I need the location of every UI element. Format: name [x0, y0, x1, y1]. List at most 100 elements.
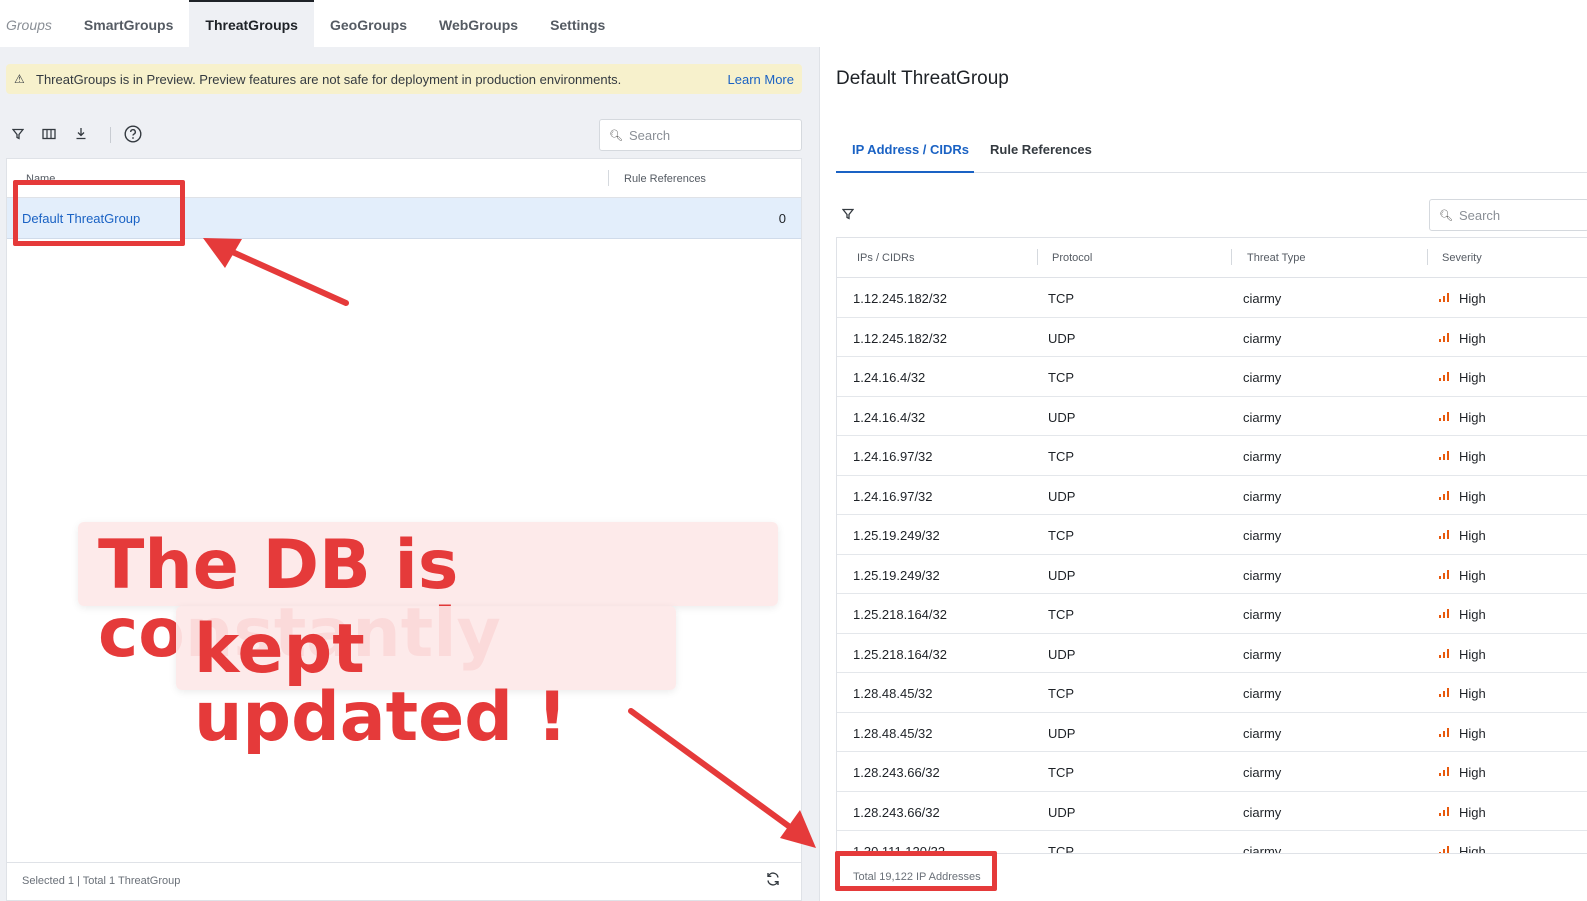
severity-cell: High — [1459, 528, 1486, 543]
table-footer: Selected 1 | Total 1 ThreatGroup — [7, 862, 801, 900]
help-icon[interactable] — [123, 125, 143, 145]
severity-high-icon — [1439, 529, 1451, 539]
threat-type-cell: ciarmy — [1243, 370, 1282, 385]
protocol-cell: TCP — [1048, 291, 1074, 306]
table-row[interactable]: 1.28.243.66/32 TCP ciarmy High — [837, 752, 1587, 792]
column-divider[interactable] — [608, 170, 609, 186]
protocol-cell: TCP — [1048, 449, 1074, 464]
annotation-highlight-total — [835, 851, 997, 891]
protocol-cell: UDP — [1048, 725, 1076, 741]
severity-cell: High — [1459, 804, 1486, 820]
table-row[interactable]: 1.24.16.4/32 TCP ciarmy High — [837, 357, 1587, 397]
tab-webgroups[interactable]: WebGroups — [423, 0, 534, 47]
table-row[interactable]: 1.24.16.97/32 TCP ciarmy High — [837, 436, 1587, 476]
column-header-rule-references[interactable]: Rule References — [624, 173, 706, 185]
tab-geogroups[interactable]: GeoGroups — [314, 0, 423, 47]
severity-high-icon — [1439, 371, 1451, 381]
annotation-highlight-threatgroup — [13, 180, 185, 246]
tab-ip-address-cidrs[interactable]: IP Address / CIDRs — [852, 142, 969, 157]
table-row[interactable]: 1.25.19.249/32 TCP ciarmy High — [837, 515, 1587, 555]
tab-threatgroups[interactable]: ThreatGroups — [189, 0, 314, 47]
severity-high-icon — [1439, 450, 1451, 460]
ip-cidr-cell: 1.28.243.66/32 — [853, 804, 940, 820]
column-header-protocol[interactable]: Protocol — [1052, 252, 1092, 264]
protocol-cell: TCP — [1048, 370, 1074, 385]
annotation-callout-line1: The DB is constantly — [78, 522, 778, 668]
threat-type-cell: ciarmy — [1243, 686, 1282, 701]
column-divider[interactable] — [1427, 249, 1428, 265]
severity-cell: High — [1459, 291, 1486, 306]
table-row[interactable]: 1.24.16.97/32 UDP ciarmy High — [837, 476, 1587, 515]
tab-smartgroups[interactable]: SmartGroups — [68, 0, 189, 47]
threat-type-cell: ciarmy — [1243, 804, 1282, 820]
left-search-input[interactable]: 🔍︎ Search — [599, 119, 802, 151]
table-row[interactable]: 1.28.48.45/32 UDP ciarmy High — [837, 713, 1587, 752]
protocol-cell: UDP — [1048, 646, 1076, 662]
ip-cidr-cell: 1.25.19.249/32 — [853, 567, 940, 583]
threat-type-cell: ciarmy — [1243, 725, 1282, 741]
tab-settings[interactable]: Settings — [534, 0, 621, 47]
table-row[interactable]: 1.24.16.4/32 UDP ciarmy High — [837, 397, 1587, 436]
severity-cell: High — [1459, 725, 1486, 741]
ip-cidr-cell: 1.28.243.66/32 — [853, 765, 940, 780]
protocol-cell: TCP — [1048, 528, 1074, 543]
table-row[interactable]: 1.28.243.66/32 UDP ciarmy High — [837, 792, 1587, 831]
threat-type-cell: ciarmy — [1243, 607, 1282, 622]
threat-type-cell: ciarmy — [1243, 765, 1282, 780]
ip-cidr-cell: 1.24.16.97/32 — [853, 488, 933, 504]
rule-references-count: 0 — [778, 211, 786, 226]
severity-high-icon — [1439, 569, 1451, 579]
column-divider[interactable] — [1037, 249, 1038, 265]
ip-cidr-cell: 1.25.19.249/32 — [853, 528, 940, 543]
search-icon: 🔍︎ — [1439, 209, 1453, 222]
protocol-cell: TCP — [1048, 607, 1074, 622]
severity-cell: High — [1459, 844, 1486, 854]
right-search-placeholder: Search — [1458, 207, 1501, 223]
download-icon[interactable] — [71, 125, 91, 145]
severity-cell: High — [1459, 607, 1486, 622]
table-row[interactable]: 1.25.218.164/32 UDP ciarmy High — [837, 634, 1587, 673]
search-icon: 🔍︎ — [609, 129, 623, 142]
ip-cidr-cell: 1.25.218.164/32 — [853, 607, 947, 622]
ip-table-body: 1.12.245.182/32 TCP ciarmy High 1.12.245.182… — [837, 278, 1587, 854]
severity-high-icon — [1439, 332, 1451, 342]
refresh-icon[interactable] — [765, 871, 781, 892]
filter-icon[interactable] — [841, 207, 855, 223]
table-row[interactable]: 1.28.48.45/32 TCP ciarmy High — [837, 673, 1587, 713]
table-row[interactable]: 1.12.245.182/32 UDP ciarmy High — [837, 318, 1587, 357]
filter-icon[interactable] — [8, 125, 28, 145]
toolbar-divider — [110, 127, 111, 143]
ip-cidr-cell: 1.28.48.45/32 — [853, 686, 933, 701]
protocol-cell: UDP — [1048, 804, 1076, 820]
preview-banner: ⚠ ThreatGroups is in Preview. Preview fe… — [6, 64, 802, 94]
severity-high-icon — [1439, 845, 1451, 853]
right-search-input[interactable]: 🔍︎ Search — [1429, 199, 1587, 231]
table-row[interactable]: 1.12.245.182/32 TCP ciarmy High — [837, 278, 1587, 318]
ip-cidr-table: IPs / CIDRs Protocol Threat Type Severit… — [836, 237, 1587, 854]
severity-cell: High — [1459, 330, 1486, 346]
severity-high-icon — [1439, 648, 1451, 658]
column-header-threat-type[interactable]: Threat Type — [1247, 252, 1306, 264]
severity-cell: High — [1459, 646, 1486, 662]
learn-more-link[interactable]: Learn More — [728, 72, 794, 87]
severity-cell: High — [1459, 686, 1486, 701]
protocol-cell: UDP — [1048, 567, 1076, 583]
tab-rule-references[interactable]: Rule References — [990, 142, 1092, 157]
protocol-cell: UDP — [1048, 330, 1076, 346]
threat-type-cell: ciarmy — [1243, 844, 1282, 854]
threatgroups-list-pane: ⚠ ThreatGroups is in Preview. Preview fe… — [0, 47, 820, 901]
severity-high-icon — [1439, 766, 1451, 776]
column-header-severity[interactable]: Severity — [1442, 252, 1482, 264]
warning-icon: ⚠ — [14, 72, 25, 86]
column-divider[interactable] — [1231, 249, 1232, 265]
threat-type-cell: ciarmy — [1243, 646, 1282, 662]
table-row[interactable]: 1.25.218.164/32 TCP ciarmy High — [837, 594, 1587, 634]
banner-text: ThreatGroups is in Preview. Preview feat… — [36, 71, 622, 87]
column-header-ips-cidrs[interactable]: IPs / CIDRs — [857, 252, 914, 264]
breadcrumb-groups[interactable]: Groups — [0, 0, 68, 47]
ip-cidr-cell: 1.12.245.182/32 — [853, 330, 947, 346]
columns-icon[interactable] — [39, 125, 59, 145]
severity-high-icon — [1439, 490, 1451, 500]
threat-type-cell: ciarmy — [1243, 449, 1282, 464]
table-row[interactable]: 1.25.19.249/32 UDP ciarmy High — [837, 555, 1587, 594]
